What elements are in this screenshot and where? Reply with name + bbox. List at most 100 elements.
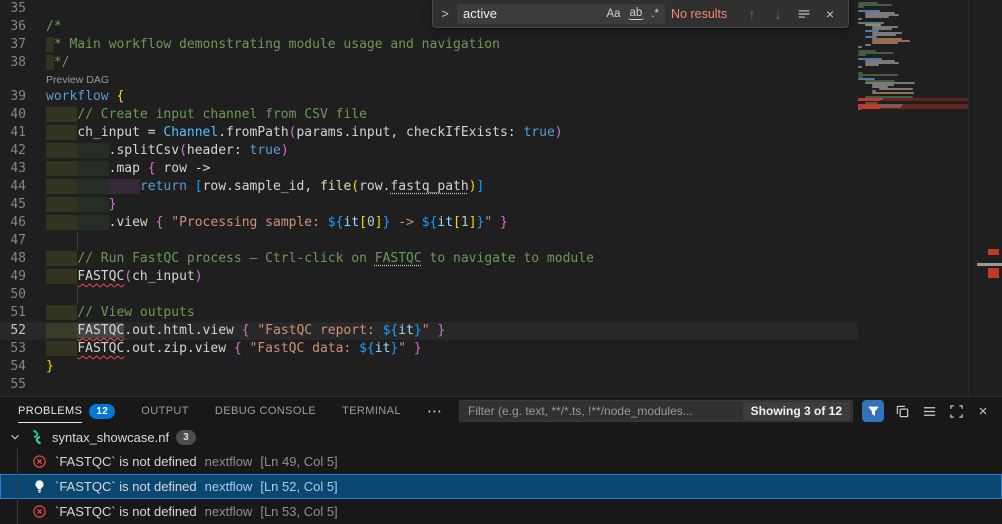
code-text: // View outputs <box>46 304 858 322</box>
problems-file-name: syntax_showcase.nf <box>52 430 169 445</box>
tab-problems[interactable]: PROBLEMS 12 <box>18 397 115 425</box>
code-text: FASTQC(ch_input) <box>46 268 858 286</box>
problem-source: nextflow <box>205 504 253 519</box>
codelens-label: Preview DAG <box>46 72 858 88</box>
code-text: // Run FastQC process – Ctrl-click on FA… <box>46 250 858 268</box>
tree-indent-guide <box>17 449 18 524</box>
overview-ruler[interactable] <box>968 0 1002 396</box>
minimap-error-highlight <box>858 104 968 109</box>
code-line[interactable]: 52 FASTQC.out.html.view { "FastQC report… <box>0 322 858 340</box>
nextflow-icon <box>29 429 45 445</box>
code-text <box>46 286 858 304</box>
close-icon[interactable]: × <box>820 6 840 22</box>
minimap-error-highlight <box>858 98 968 101</box>
line-number: 36 <box>0 18 46 36</box>
code-line[interactable]: 51 // View outputs <box>0 304 858 322</box>
lightbulb-icon <box>32 479 47 494</box>
line-number <box>0 72 46 88</box>
problem-location: [Ln 52, Col 5] <box>260 479 337 494</box>
tab-terminal[interactable]: TERMINAL <box>342 397 401 425</box>
problem-rows: `FASTQC` is not defined nextflow [Ln 49, C… <box>0 449 1002 524</box>
code-line[interactable]: 48 // Run FastQC process – Ctrl-click on… <box>0 250 858 268</box>
line-number: 54 <box>0 358 46 376</box>
code-line[interactable]: 39workflow { <box>0 88 858 106</box>
indent-guide <box>77 286 78 304</box>
line-number: 52 <box>0 322 46 340</box>
code-line[interactable]: 54} <box>0 358 858 376</box>
problem-row[interactable]: `FASTQC` is not definednextflow[Ln 53, C… <box>0 499 1002 524</box>
line-number: 53 <box>0 340 46 358</box>
close-panel-icon[interactable]: × <box>974 402 992 420</box>
problem-message: `FASTQC` is not defined <box>55 479 197 494</box>
code-line[interactable]: 40 // Create input channel from CSV file <box>0 106 858 124</box>
code-area[interactable]: 3536/*37 * Main workflow demonstrating m… <box>0 0 858 394</box>
panel-filter-area: Filter (e.g. text, **/*.ts, !**/node_mod… <box>459 400 992 422</box>
code-line[interactable]: 49 FASTQC(ch_input) <box>0 268 858 286</box>
problem-row[interactable]: `FASTQC` is not definednextflow[Ln 52, C… <box>0 474 1002 499</box>
maximize-panel-icon[interactable] <box>947 402 965 420</box>
code-text: */ <box>46 54 858 72</box>
line-number: 38 <box>0 54 46 72</box>
code-text: * Main workflow demonstrating module usa… <box>46 36 858 54</box>
code-text: ch_input = Channel.fromPath(params.input… <box>46 124 858 142</box>
problem-message: `FASTQC` is not defined <box>55 504 197 519</box>
code-line[interactable]: 41 ch_input = Channel.fromPath(params.in… <box>0 124 858 142</box>
code-line[interactable]: 38 */ <box>0 54 858 72</box>
chevron-right-icon[interactable]: > <box>439 6 451 21</box>
filter-funnel-icon[interactable] <box>862 400 884 422</box>
code-line[interactable]: 53 FASTQC.out.zip.view { "FastQC data: $… <box>0 340 858 358</box>
line-number: 40 <box>0 106 46 124</box>
code-line[interactable]: 44 return [row.sample_id, file(row.fastq… <box>0 178 858 196</box>
line-number: 45 <box>0 196 46 214</box>
find-results-label: No results <box>671 7 727 21</box>
code-line[interactable]: 47 <box>0 232 858 250</box>
regex-icon[interactable]: .* <box>649 8 661 20</box>
code-line[interactable]: 50 <box>0 286 858 304</box>
code-line[interactable]: 55 <box>0 376 858 394</box>
tab-problems-label: PROBLEMS <box>18 399 82 423</box>
collapse-all-icon[interactable] <box>893 402 911 420</box>
code-text: .splitCsv(header: true) <box>46 142 858 160</box>
filter-placeholder: Filter (e.g. text, **/*.ts, !**/node_mod… <box>468 404 737 418</box>
problem-row[interactable]: `FASTQC` is not definednextflow[Ln 49, C… <box>0 449 1002 474</box>
problem-location: [Ln 49, Col 5] <box>260 454 337 469</box>
view-as-table-icon[interactable] <box>920 402 938 420</box>
more-tabs-icon[interactable]: ⋯ <box>427 402 442 420</box>
bottom-panel: PROBLEMS 12 OUTPUT DEBUG CONSOLE TERMINA… <box>0 396 1002 524</box>
line-number: 49 <box>0 268 46 286</box>
code-text: FASTQC.out.html.view { "FastQC report: $… <box>46 322 858 340</box>
problems-file-row[interactable]: syntax_showcase.nf 3 <box>0 425 1002 449</box>
next-match-icon[interactable]: ↓ <box>768 6 788 22</box>
problem-source: nextflow <box>205 454 253 469</box>
find-in-selection-icon[interactable] <box>794 7 814 21</box>
whole-word-icon[interactable]: ab <box>628 7 645 20</box>
minimap[interactable] <box>858 0 968 396</box>
code-text: // Create input channel from CSV file <box>46 106 858 124</box>
previous-match-icon[interactable]: ↑ <box>742 6 762 22</box>
line-number: 39 <box>0 88 46 106</box>
chevron-down-icon[interactable] <box>8 430 22 444</box>
code-text: .view { "Processing sample: ${it[0]} -> … <box>46 214 858 232</box>
code-line[interactable]: 45 } <box>0 196 858 214</box>
code-line[interactable]: 46 .view { "Processing sample: ${it[0]} … <box>0 214 858 232</box>
problems-tree: syntax_showcase.nf 3 `FASTQC` is not def… <box>0 425 1002 524</box>
match-case-icon[interactable]: Aa <box>604 8 622 20</box>
tab-debug-console[interactable]: DEBUG CONSOLE <box>215 397 316 425</box>
line-number: 37 <box>0 36 46 54</box>
code-text: FASTQC.out.zip.view { "FastQC data: ${it… <box>46 340 858 358</box>
line-number: 46 <box>0 214 46 232</box>
line-number: 43 <box>0 160 46 178</box>
line-number: 41 <box>0 124 46 142</box>
tab-output[interactable]: OUTPUT <box>141 397 189 425</box>
code-line[interactable]: 42 .splitCsv(header: true) <box>0 142 858 160</box>
code-line[interactable]: 43 .map { row -> <box>0 160 858 178</box>
file-problem-count-badge: 3 <box>176 430 196 445</box>
codelens-line[interactable]: Preview DAG <box>0 72 858 88</box>
error-icon <box>32 454 47 469</box>
code-line[interactable]: 37 * Main workflow demonstrating module … <box>0 36 858 54</box>
error-icon <box>32 504 47 519</box>
line-number: 44 <box>0 178 46 196</box>
ruler-error-mark <box>988 268 999 278</box>
find-input[interactable]: active Aa ab .* <box>457 4 665 24</box>
problems-filter-input[interactable]: Filter (e.g. text, **/*.ts, !**/node_mod… <box>459 400 853 422</box>
